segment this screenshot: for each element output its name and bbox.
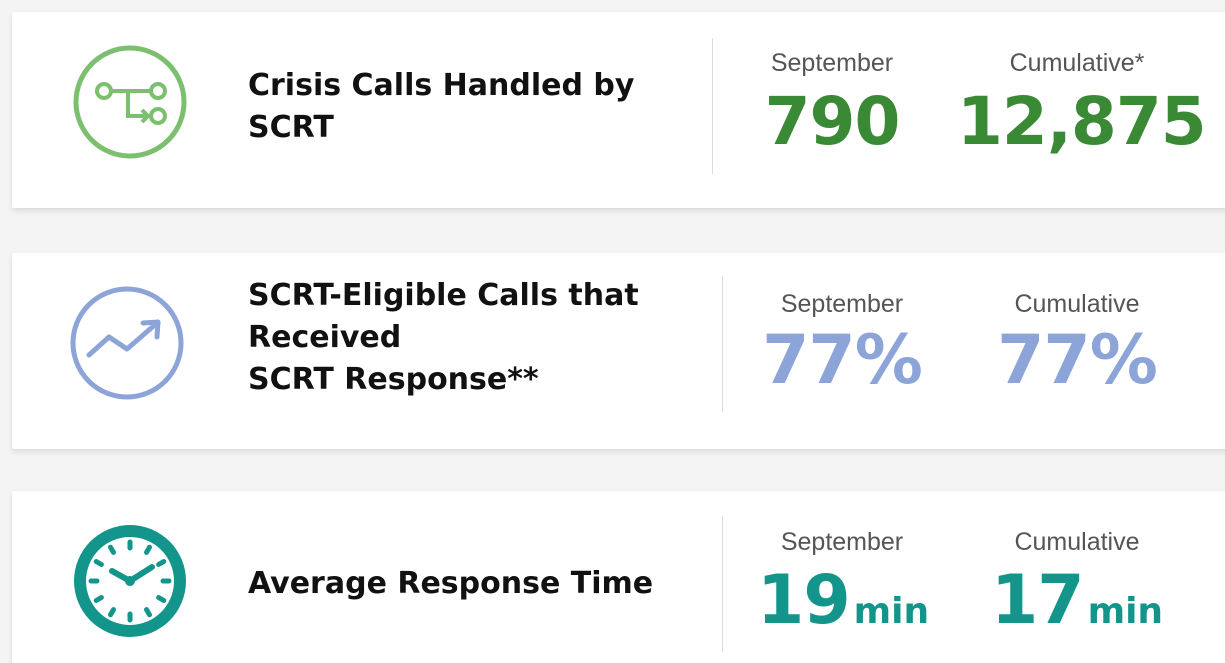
stat-number: 77% <box>762 321 923 400</box>
card-label-line: Received <box>248 320 402 355</box>
stat-cumulative: Cumulative 77% <box>987 289 1167 401</box>
card-label: Crisis Calls Handled by SCRT <box>248 65 688 149</box>
divider <box>722 516 723 652</box>
stat-card-crisis-calls: Crisis Calls Handled by SCRT September 7… <box>12 12 1225 208</box>
trend-up-icon <box>70 286 184 400</box>
stat-card-response-time: Average Response Time September 19 min Cu… <box>12 491 1225 663</box>
stat-heading: Cumulative <box>1014 290 1140 318</box>
stat-cumulative: Cumulative* 12,875 <box>957 48 1207 162</box>
card-label-line: SCRT <box>248 110 334 145</box>
stat-number: 17 <box>990 561 1085 640</box>
stat-value: 790 <box>747 82 917 162</box>
stat-number: 12,875 <box>957 83 1207 160</box>
stat-heading: September <box>780 290 904 318</box>
card-label-line: SCRT-Eligible Calls that <box>248 278 639 313</box>
stat-value: 19 min <box>757 561 930 652</box>
stat-unit: min <box>853 591 930 632</box>
stat-heading: September <box>780 528 904 556</box>
branch-flow-icon <box>73 45 187 159</box>
stat-value: 77% <box>757 321 927 401</box>
card-label-line: Crisis Calls Handled by <box>248 68 635 103</box>
stat-unit: min <box>1087 591 1164 632</box>
stat-value: 77% <box>987 321 1167 401</box>
stat-september: September 790 <box>747 48 917 162</box>
stat-number: 77% <box>997 321 1158 400</box>
clock-icon <box>74 525 186 637</box>
stat-card-eligible-calls: SCRT-Eligible Calls that Received SCRT R… <box>12 253 1225 449</box>
stat-september: September 77% <box>757 289 927 401</box>
stat-heading: Cumulative <box>1014 528 1140 556</box>
card-label-line: Average Response Time <box>248 566 654 601</box>
divider <box>712 38 713 174</box>
card-label: SCRT-Eligible Calls that Received SCRT R… <box>248 275 688 401</box>
dashboard: Crisis Calls Handled by SCRT September 7… <box>0 0 1225 663</box>
stat-cumulative: Cumulative 17 min <box>987 527 1167 652</box>
stat-value: 17 min <box>987 561 1167 652</box>
stat-value: 12,875 <box>957 82 1207 162</box>
stat-september: September 19 min <box>757 527 930 652</box>
stat-number: 19 <box>757 561 851 640</box>
divider <box>722 276 723 412</box>
stat-heading: Cumulative* <box>1009 49 1145 77</box>
card-label: Average Response Time <box>248 563 708 605</box>
stat-number: 790 <box>764 83 901 160</box>
card-label-line: SCRT Response** <box>248 362 539 397</box>
stat-heading: September <box>770 49 894 77</box>
